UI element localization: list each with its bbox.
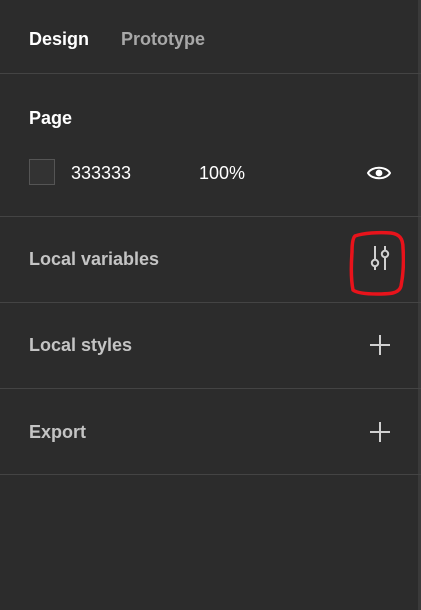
tab-design[interactable]: Design	[29, 28, 89, 50]
page-color-hex[interactable]: 333333	[71, 163, 131, 183]
eye-icon[interactable]	[367, 164, 391, 182]
local-variables-label: Local variables	[29, 249, 160, 269]
export-label: Export	[29, 422, 87, 442]
plus-icon[interactable]	[369, 334, 391, 356]
page-title: Page	[29, 108, 73, 128]
panel-tabs: Design Prototype	[0, 0, 421, 74]
page-section	[0, 74, 421, 217]
page-opacity[interactable]: 100%	[199, 163, 245, 183]
page-color-swatch[interactable]	[29, 159, 55, 185]
local-styles-label: Local styles	[29, 335, 133, 355]
plus-icon[interactable]	[369, 421, 391, 443]
tab-prototype[interactable]: Prototype	[121, 28, 205, 50]
annotation-highlight	[349, 230, 405, 296]
